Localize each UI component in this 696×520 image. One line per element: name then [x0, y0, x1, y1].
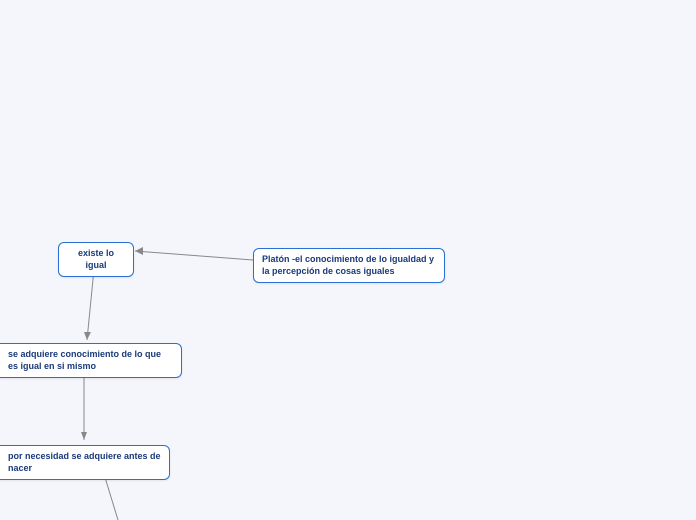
node-por-necesidad[interactable]: por necesidad se adquiere antes de nacer — [0, 445, 170, 480]
node-label: se adquiere conocimiento de lo que es ig… — [8, 349, 161, 371]
node-adquiere-conocimiento[interactable]: se adquiere conocimiento de lo que es ig… — [0, 343, 182, 378]
node-label: por necesidad se adquiere antes de nacer — [8, 451, 161, 473]
node-platon[interactable]: Platón -el conocimiento de lo igualdad y… — [253, 248, 445, 283]
node-label: existe lo igual — [78, 248, 114, 270]
node-label: Platón -el conocimiento de lo igualdad y… — [262, 254, 434, 276]
node-existe-lo-igual[interactable]: existe lo igual — [58, 242, 134, 277]
